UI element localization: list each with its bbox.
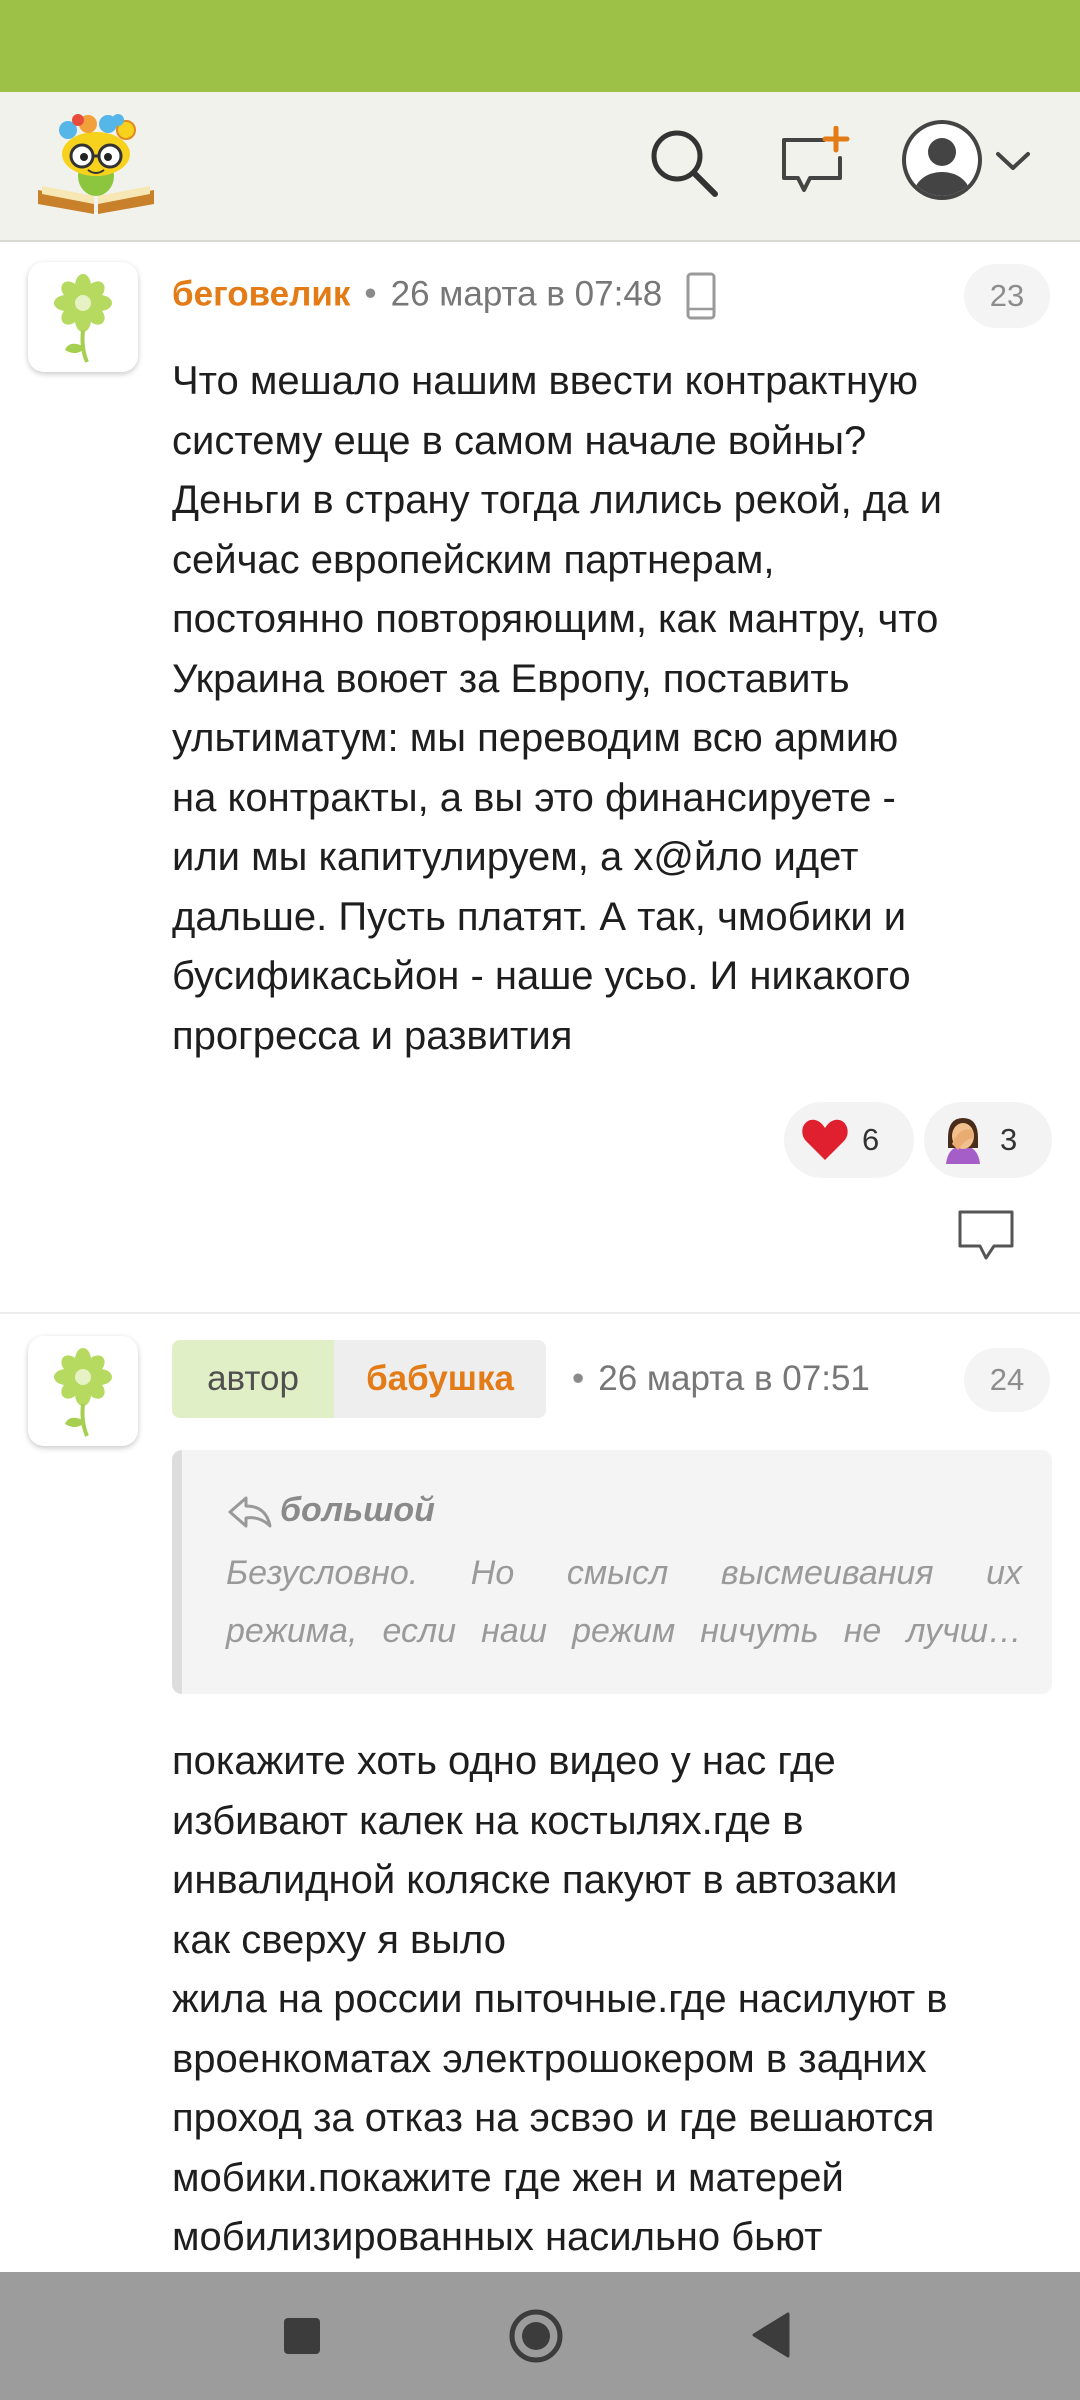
comment-body: Что мешало нашим ввести контрактную сист… <box>172 352 1052 1066</box>
body-line: проход за отказ на эсвэо и где вешаются <box>172 2096 935 2140</box>
author-badge: автор <box>172 1340 334 1418</box>
body-line: прогресса и развития <box>172 1013 573 1058</box>
system-nav-bar <box>0 2272 1080 2400</box>
comment: беговелик • 26 марта в 07:48 23 Что мешало… <box>0 242 1080 1312</box>
back-button-icon[interactable] <box>750 2312 790 2358</box>
body-line: мобики.покажите где жен и матерей <box>172 2155 844 2200</box>
comment-date: 26 марта в 07:51 <box>598 1359 870 1398</box>
chevron-down-icon[interactable] <box>994 148 1032 174</box>
body-line: мобилизированных насильно бьют <box>172 2215 823 2259</box>
comment-date: 26 марта в 07:48 <box>390 274 663 314</box>
avatar[interactable] <box>28 1336 138 1446</box>
body-line: Что мешало нашим ввести контрактную <box>172 359 919 403</box>
body-line: Украина воюет за Европу, поставить <box>172 656 850 701</box>
site-logo[interactable] <box>34 106 158 216</box>
author-name[interactable]: бабушка <box>334 1340 546 1418</box>
body-line: сейчас европейским партнерам, <box>172 537 775 582</box>
body-line: жила на россии пыточные.где насилуют в <box>172 1977 948 2021</box>
phone-icon <box>686 272 716 320</box>
search-icon[interactable] <box>645 124 721 200</box>
reaction-count: 6 <box>862 1122 880 1157</box>
quote-header: большой <box>226 1486 435 1534</box>
flower-avatar-icon <box>54 274 112 363</box>
meta-separator: • <box>572 1359 585 1398</box>
meta-separator: • <box>364 274 377 314</box>
flower-avatar-icon <box>54 1348 112 1437</box>
comment-meta: • 26 марта в 07:51 <box>558 1357 870 1401</box>
profile-avatar-icon[interactable] <box>900 118 984 202</box>
body-line: инвалидной коляске пакуют в автозаки <box>172 1858 898 1902</box>
reaction-facepalm-button[interactable]: 3 <box>924 1102 1052 1178</box>
status-bar <box>0 0 1080 92</box>
body-line: избивают калек на костылях.где в <box>172 1798 804 1843</box>
home-button-icon[interactable] <box>508 2308 564 2364</box>
quote-bar <box>172 1450 182 1694</box>
quote-author[interactable]: большой <box>280 1491 435 1529</box>
quote-line: режима, если наш режим ничуть не лучш… <box>226 1612 1022 1650</box>
comment-number[interactable]: 23 <box>964 264 1050 328</box>
comment-body: покажите хоть одно видео у нас где избив… <box>172 1732 1052 2268</box>
reply-arrow-icon <box>228 1496 272 1528</box>
quote-line: Безусловно. Но смысл высмеивания их <box>226 1554 1022 1592</box>
body-line: покажите хоть одно видео у нас где <box>172 1739 836 1783</box>
quote-text: Безусловно. Но смысл высмеивания их режи… <box>226 1544 1022 1660</box>
comment-meta: беговелик • 26 марта в 07:48 <box>172 272 716 320</box>
heart-icon <box>802 1119 848 1160</box>
avatar[interactable] <box>28 262 138 372</box>
body-line: ультиматум: мы переводим всю армию <box>172 716 899 760</box>
reply-icon[interactable] <box>956 1208 1016 1264</box>
body-line: бусификасьйон - наше усьо. И никакого <box>172 954 911 998</box>
facepalm-icon <box>946 1118 980 1164</box>
body-line: или мы капитулируем, а х@йло идет <box>172 835 859 879</box>
reaction-heart-button[interactable]: 6 <box>784 1102 914 1178</box>
body-line: систему еще в самом начале войны? <box>172 418 867 463</box>
new-post-icon[interactable] <box>778 126 850 198</box>
body-line: на контракты, а вы это финансируете - <box>172 775 896 820</box>
body-line: как сверху я выло <box>172 1917 507 1962</box>
quoted-reply[interactable]: большой Безусловно. Но смысл высмеивания… <box>172 1450 1052 1694</box>
body-line: постоянно повторяющим, как мантру, что <box>172 597 939 641</box>
author-name[interactable]: беговелик <box>172 274 350 313</box>
body-line: дальше. Пусть платят. А так, чмобики и <box>172 894 907 939</box>
app-header <box>0 92 1080 242</box>
body-line: Деньги в страну тогда лились рекой, да и <box>172 478 942 522</box>
reaction-count: 3 <box>1000 1122 1018 1157</box>
recents-button-icon[interactable] <box>282 2316 322 2356</box>
body-line: вроенкоматах электрошокером в задних <box>172 2036 927 2081</box>
comment-number[interactable]: 24 <box>964 1348 1050 1412</box>
comment: автор бабушка • 26 марта в 07:51 24 больш… <box>0 1314 1080 2314</box>
